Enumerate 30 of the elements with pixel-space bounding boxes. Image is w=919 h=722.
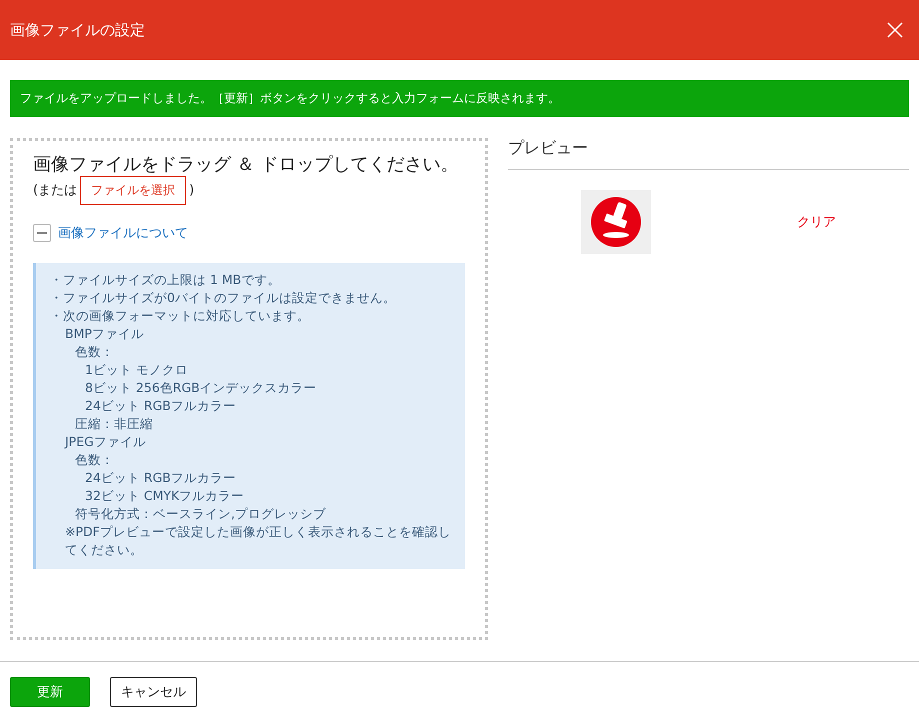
info-text: 色数： — [75, 452, 114, 467]
info-text: BMPファイル — [65, 326, 144, 341]
cancel-button[interactable]: キャンセル — [110, 677, 197, 707]
info-text: ・ファイルサイズが0バイトのファイルは設定できません。 — [50, 290, 396, 305]
or-text: (または — [33, 182, 78, 200]
close-icon[interactable] — [887, 22, 903, 38]
info-text: ※PDFプレビューで設定した画像が正しく表示されることを確認してください。 — [65, 524, 451, 557]
info-toggle-link[interactable]: 画像ファイルについて — [58, 224, 188, 242]
info-text: 符号化方式：ベースライン,プログレッシブ — [75, 506, 326, 521]
info-text: 8ビット 256色RGBインデックスカラー — [85, 380, 317, 395]
info-text: 32ビット CMYKフルカラー — [85, 488, 244, 503]
paren-text: ) — [189, 182, 194, 198]
minus-icon[interactable] — [33, 224, 51, 242]
update-button[interactable]: 更新 — [10, 677, 90, 707]
info-text: 色数： — [75, 344, 114, 359]
clear-link[interactable]: クリア — [797, 213, 836, 231]
preview-heading: プレビュー — [508, 138, 909, 170]
drop-heading: 画像ファイルをドラッグ ＆ ドロップしてください。 — [33, 155, 460, 176]
stamp-icon — [581, 190, 651, 254]
drop-zone[interactable] — [10, 138, 488, 640]
notice-text: ファイルをアップロードしました。［更新］ボタンをクリックすると入力フォームに反映されます。 — [20, 90, 560, 107]
window-title: 画像ファイルの設定 — [10, 20, 145, 40]
info-text: ・ファイルサイズの上限は 1 MBです。 — [50, 272, 280, 287]
info-text: JPEGファイル — [65, 434, 146, 449]
info-text: 24ビット RGBフルカラー — [85, 470, 236, 485]
info-text: 24ビット RGBフルカラー — [85, 398, 236, 413]
info-text: ・次の画像フォーマットに対応しています。 — [50, 308, 310, 323]
info-text: 1ビット モノクロ — [85, 362, 188, 377]
info-text: 圧縮：非圧縮 — [75, 416, 153, 431]
select-file-button[interactable]: ファイルを選択 — [80, 176, 186, 205]
